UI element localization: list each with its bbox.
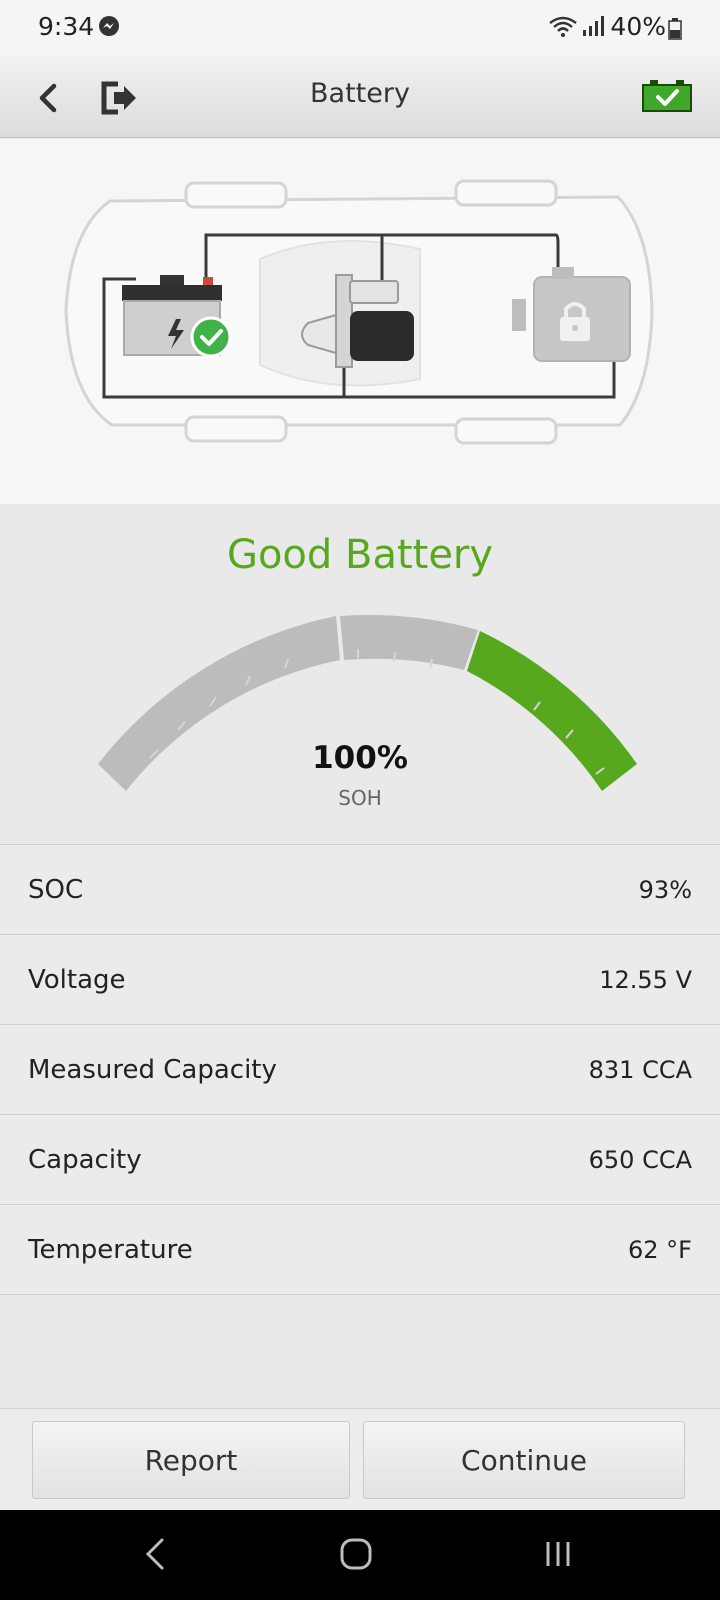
item-label: Capacity (28, 1144, 142, 1175)
battery-icon (668, 18, 682, 40)
action-bar: Report Continue (0, 1408, 720, 1510)
signal-icon (583, 16, 604, 36)
list-item-capacity: Capacity 650 CCA (0, 1115, 720, 1205)
status-time: 9:34 (38, 12, 95, 41)
item-value: 93% (638, 875, 692, 904)
messenger-icon (99, 16, 119, 36)
item-value: 12.55 V (599, 965, 692, 994)
soh-label: SOH (338, 786, 382, 810)
system-nav-bar (0, 1510, 720, 1600)
continue-button[interactable]: Continue (363, 1421, 685, 1499)
item-label: Measured Capacity (28, 1054, 277, 1085)
page-title: Battery (310, 78, 410, 109)
gauge-segment-mid (340, 614, 478, 670)
result-panel: Good Battery 100% SOH (0, 504, 720, 844)
list-item-temperature: Temperature 62 °F (0, 1205, 720, 1295)
vehicle-outline (64, 179, 654, 445)
soh-value: 100% (312, 740, 408, 776)
report-button[interactable]: Report (32, 1421, 350, 1499)
list-item-soc: SOC 93% (0, 845, 720, 935)
item-label: Temperature (28, 1234, 193, 1265)
nav-recents-icon[interactable] (542, 1538, 574, 1570)
item-value: 62 °F (628, 1235, 692, 1264)
list-item-measured-capacity: Measured Capacity 831 CCA (0, 1025, 720, 1115)
nav-home-icon[interactable] (338, 1536, 374, 1572)
battery-percent: 40% (610, 12, 666, 41)
battery-ok-icon (642, 80, 692, 112)
item-value: 831 CCA (588, 1055, 692, 1084)
list-item-voltage: Voltage 12.55 V (0, 935, 720, 1025)
status-bar: 9:34 40% (0, 0, 720, 56)
item-value: 650 CCA (588, 1145, 692, 1174)
item-label: SOC (28, 874, 84, 905)
nav-back-icon[interactable] (142, 1534, 168, 1574)
measurement-list: SOC 93% Voltage 12.55 V Measured Capacit… (0, 844, 720, 1295)
battery-component (122, 275, 232, 358)
item-label: Voltage (28, 964, 126, 995)
vehicle-diagram (0, 139, 720, 504)
wifi-icon (549, 16, 577, 37)
app-bar: Battery (0, 56, 720, 138)
